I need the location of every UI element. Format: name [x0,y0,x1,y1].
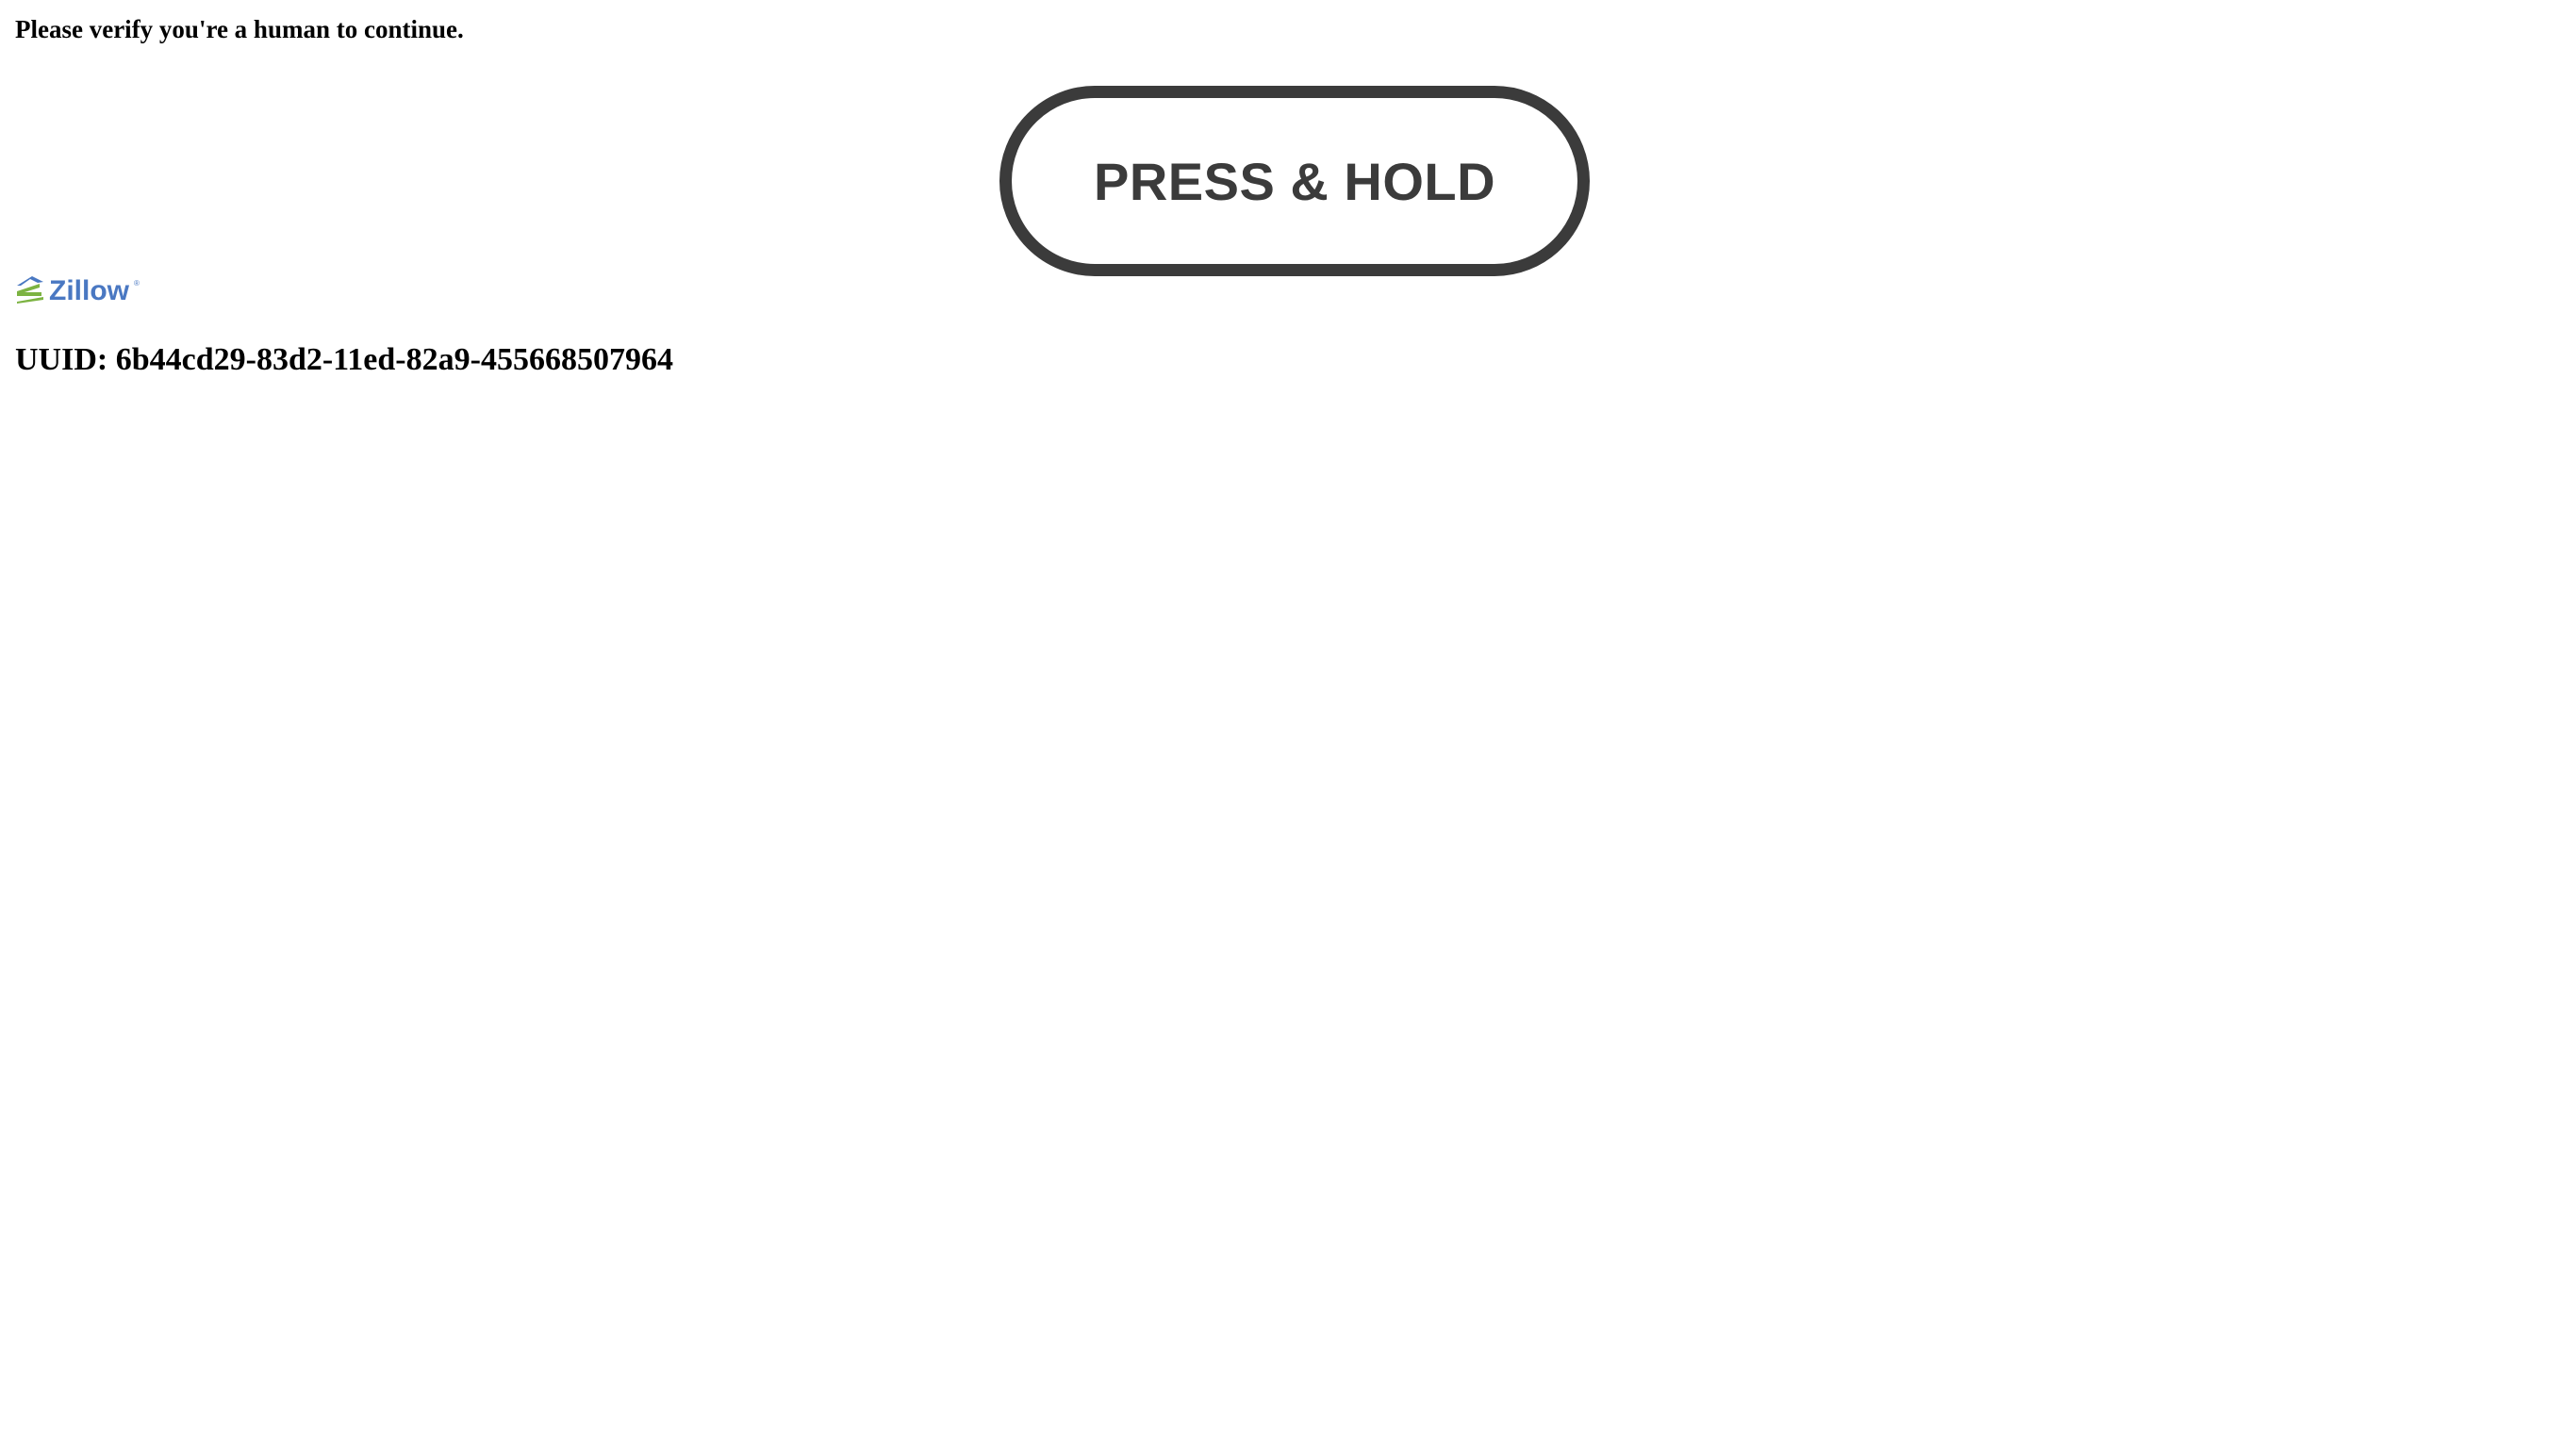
uuid-text: UUID: 6b44cd29-83d2-11ed-82a9-4556685079… [15,342,673,377]
zillow-logo-icon: Zillow ® [15,272,141,306]
verify-prompt: Please verify you're a human to continue… [15,15,464,43]
press-and-hold-button[interactable]: PRESS & HOLD [999,86,1590,276]
zillow-wordmark: Zillow [49,275,130,306]
press-and-hold-label: PRESS & HOLD [1093,151,1496,211]
svg-text:®: ® [134,279,140,288]
zillow-mark-icon [17,276,43,304]
